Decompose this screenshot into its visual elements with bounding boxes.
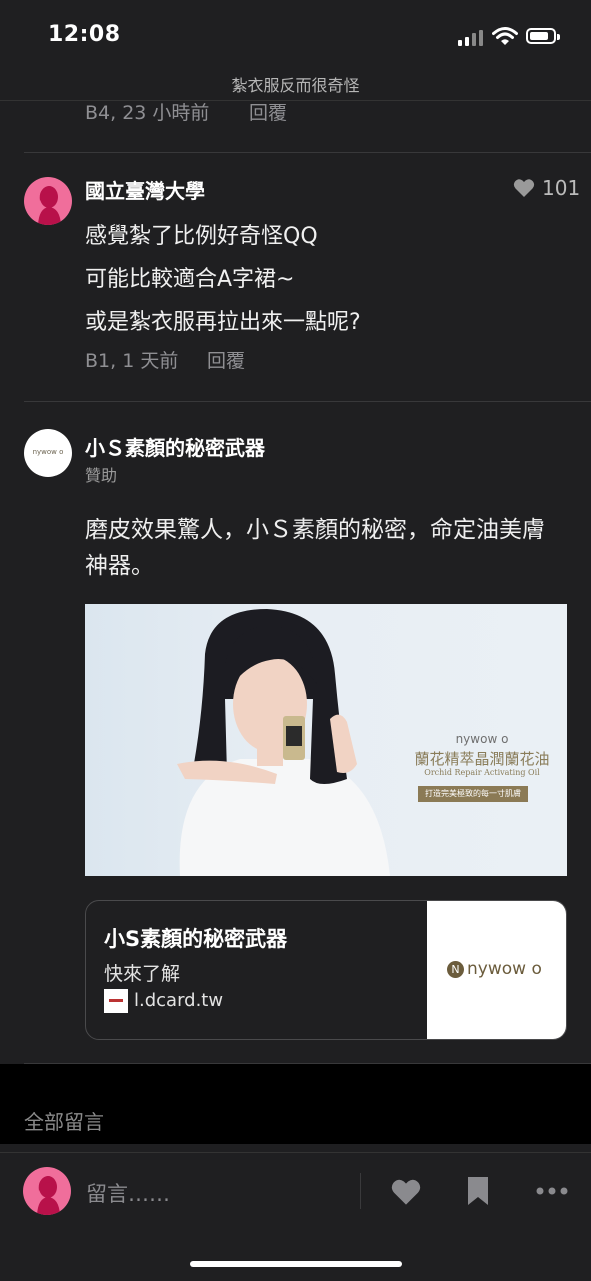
prev-comment-reply-button[interactable]: 回覆 (249, 98, 287, 125)
ad-image-product-en: Orchid Repair Activating Oil (424, 768, 540, 777)
status-time: 12:08 (48, 22, 121, 47)
ad-image-product-cn: 蘭花精萃晶潤蘭花油 (414, 750, 550, 768)
prev-comment-meta: B4, 23 小時前 (85, 102, 210, 124)
sponsor-tag: 贊助 (85, 466, 118, 485)
card-thumbnail: N nywow o (427, 901, 566, 1039)
home-indicator[interactable] (190, 1261, 402, 1267)
like-count: 101 (542, 176, 581, 200)
comment-divider (24, 401, 591, 402)
wifi-icon (492, 27, 518, 45)
sponsor-avatar-logo: nywow o (32, 448, 64, 456)
more-icon[interactable] (536, 1186, 568, 1196)
comment-divider (24, 152, 591, 153)
comment-input[interactable]: 留言…… (86, 1178, 346, 1208)
user-silhouette-icon (38, 186, 61, 225)
nav-title[interactable]: 紮衣服反而很奇怪 (0, 72, 591, 96)
comment-line-2: 可能比較適合A字裙~ (85, 267, 295, 292)
ad-image-brand: nywow o (455, 732, 509, 746)
ad-text: 磨皮效果驚人，小Ｓ素顏的秘密，命定油美膚神器。 (85, 517, 545, 579)
comment-author[interactable]: 國立臺灣大學 (85, 175, 205, 204)
my-avatar[interactable] (23, 1167, 71, 1215)
ad-link-card[interactable]: 小S素顏的秘密武器 快來了解 l.dcard.tw N nywow o (85, 900, 567, 1040)
ad-image-tagline: 打造完美極致的每一寸肌膚 (418, 786, 528, 802)
user-silhouette-icon (37, 1176, 60, 1215)
comment-line-3: 或是紮衣服再拉出來一點呢? (85, 310, 361, 335)
avatar[interactable] (24, 177, 72, 225)
cellular-signal-icon (458, 30, 484, 46)
heart-icon[interactable] (513, 178, 535, 198)
card-thumbnail-brand: nywow o (467, 959, 542, 979)
comment-line-1: 感覺紮了比例好奇怪QQ (85, 224, 318, 249)
card-domain: l.dcard.tw (134, 990, 224, 1011)
ad-image[interactable]: nywow o 蘭花精萃晶潤蘭花油 Orchid Repair Activati… (85, 604, 567, 876)
bookmark-icon[interactable] (466, 1175, 490, 1207)
site-favicon-icon (104, 989, 128, 1013)
sponsor-avatar[interactable]: nywow o (24, 429, 72, 477)
all-comments-heading: 全部留言 (24, 1110, 104, 1134)
bar-divider (360, 1173, 361, 1209)
card-subtitle: 快來了解 (104, 963, 181, 985)
comment-meta: B1, 1 天前 (85, 350, 179, 372)
battery-icon (526, 28, 560, 44)
card-title: 小S素顏的秘密武器 (104, 927, 288, 951)
like-heart-icon[interactable] (390, 1178, 422, 1206)
nywow-logo-icon: N (447, 961, 464, 978)
sponsor-name[interactable]: 小Ｓ素顏的秘密武器 (85, 432, 265, 461)
comment-reply-button[interactable]: 回覆 (207, 346, 245, 373)
